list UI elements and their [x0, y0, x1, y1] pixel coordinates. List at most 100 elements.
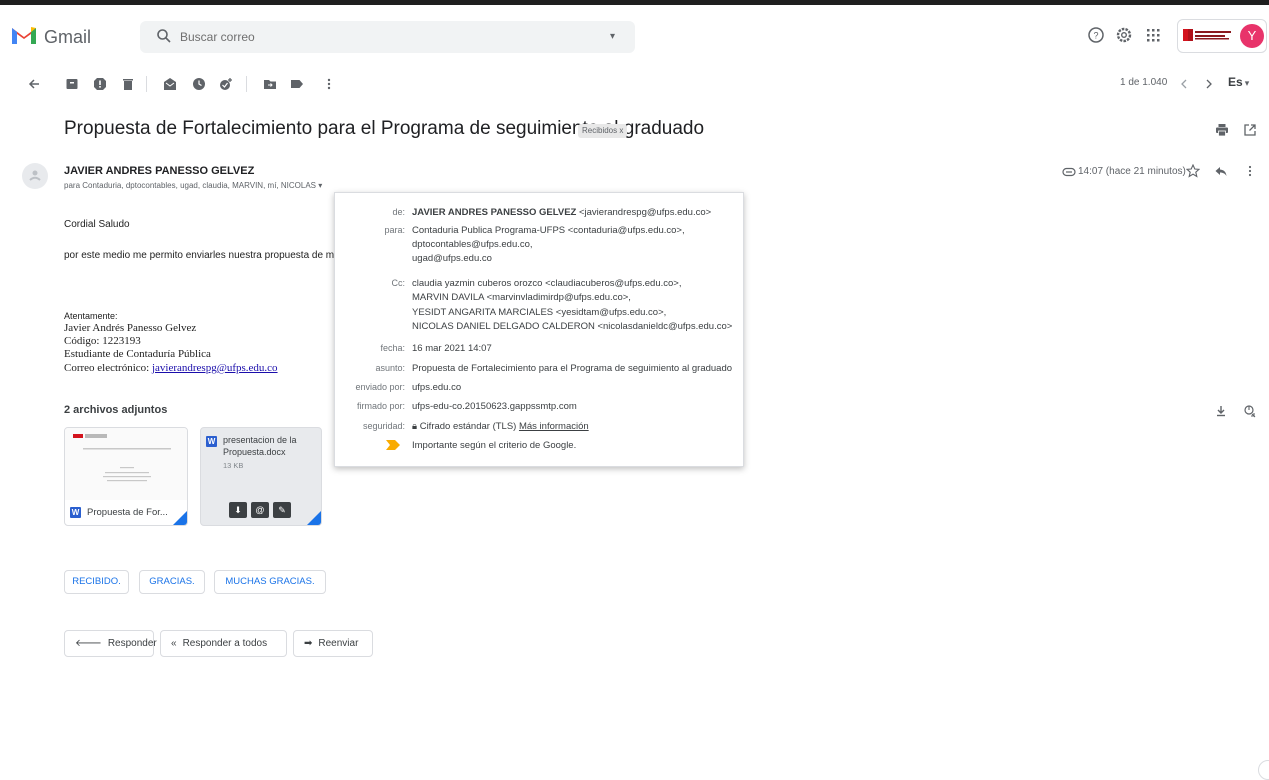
cc-line: NICOLAS DANIEL DELGADO CALDERON <nicolas… — [412, 321, 733, 332]
caret-down-icon[interactable]: ▾ — [318, 181, 322, 190]
toolbar-divider — [146, 76, 147, 92]
download-attachment-icon[interactable]: ⬇ — [229, 502, 247, 518]
attachment-name-line2: Propuesta.docx — [223, 447, 286, 457]
drive-corner-icon — [307, 511, 321, 525]
signature-name: Javier Andrés Panesso Gelvez — [64, 322, 197, 334]
label-icon[interactable] — [290, 77, 304, 91]
de-value: JAVIER ANDRES PANESSO GELVEZ <javierandr… — [412, 207, 711, 218]
download-all-icon[interactable] — [1215, 405, 1227, 417]
message-details-popup: de: JAVIER ANDRES PANESSO GELVEZ <javier… — [334, 192, 744, 467]
word-file-icon: W — [70, 507, 81, 518]
attachment-name: Propuesta de For... — [87, 507, 168, 518]
reply-icon[interactable] — [1214, 164, 1228, 178]
account-avatar[interactable]: Y — [1240, 24, 1264, 48]
settings-icon[interactable] — [1115, 26, 1133, 44]
para-label: para: — [384, 225, 405, 235]
reply-all-button[interactable]: « Responder a todos — [160, 630, 287, 657]
reply-button[interactable]: 🡐 Responder — [64, 630, 157, 657]
inbox-label-chip[interactable]: Recibidos x — [578, 124, 628, 138]
document-preview-thumbnail — [65, 428, 187, 500]
attachments-title: 2 archivos adjuntos — [64, 404, 168, 416]
enviado-label: enviado por: — [355, 382, 405, 392]
report-spam-icon[interactable] — [93, 77, 107, 91]
star-icon[interactable] — [1186, 164, 1200, 178]
sender-name[interactable]: JAVIER ANDRES PANESSO GELVEZ — [64, 165, 254, 177]
reply-all-arrow-icon: « — [171, 638, 177, 649]
older-chevron-icon[interactable] — [1202, 77, 1216, 91]
fecha-value: 16 mar 2021 14:07 — [412, 343, 492, 354]
lock-icon: 🔒︎ — [412, 421, 418, 432]
add-to-drive-icon[interactable]: @ — [251, 502, 269, 518]
cc-line: MARVIN DAVILA <marvinvladimirdp@ufps.edu… — [412, 292, 631, 303]
asunto-label: asunto: — [375, 363, 405, 373]
signature-email-link[interactable]: javierandrespg@ufps.edu.co — [152, 362, 278, 374]
mark-unread-icon[interactable] — [163, 77, 177, 91]
more-info-link[interactable]: Más información — [519, 421, 589, 432]
search-icon[interactable] — [156, 28, 172, 44]
person-icon — [29, 170, 41, 181]
sender-avatar[interactable] — [22, 163, 48, 189]
seguridad-text: Cifrado estándar (TLS) — [419, 421, 517, 432]
more-icon[interactable] — [322, 77, 336, 91]
archive-icon[interactable] — [65, 77, 79, 91]
side-panel-toggle[interactable] — [1258, 760, 1269, 780]
input-language-selector[interactable]: Es ▾ — [1228, 75, 1249, 89]
para-line: Contaduria Publica Programa-UFPS <contad… — [412, 225, 685, 236]
reply-all-button-label: Responder a todos — [182, 638, 268, 649]
apps-grid-icon[interactable] — [1144, 26, 1162, 44]
smart-reply-button[interactable]: RECIBIDO. — [64, 570, 129, 594]
de-name: JAVIER ANDRES PANESSO GELVEZ — [412, 207, 577, 218]
forward-button[interactable]: ➡ Reenviar — [293, 630, 373, 657]
signature-email-row: Correo electrónico: javierandrespg@ufps.… — [64, 362, 278, 374]
gmail-logo-icon[interactable] — [10, 24, 38, 46]
email-greeting: Cordial Saludo — [64, 219, 130, 230]
add-task-icon[interactable] — [219, 77, 233, 91]
university-logo — [1183, 29, 1231, 41]
signature-closing: Atentamente: — [64, 311, 118, 321]
signature-code: Código: 1223193 — [64, 335, 141, 347]
smart-reply-button[interactable]: MUCHAS GRACIAS. — [214, 570, 326, 594]
attachment-card[interactable]: W Propuesta de For... — [64, 427, 188, 526]
language-label: Es — [1228, 75, 1243, 89]
cc-line: YESIDT ANGARITA MARCIALES <yesidtam@ufps… — [412, 307, 667, 318]
asunto-value: Propuesta de Fortalecimiento para el Pro… — [412, 363, 733, 374]
word-file-icon: W — [206, 436, 217, 447]
seguridad-value: 🔒︎ Cifrado estándar (TLS) Más informació… — [412, 421, 589, 432]
forward-arrow-icon: ➡ — [304, 638, 313, 649]
help-icon[interactable]: ? — [1087, 26, 1105, 44]
chevron-down-icon: ▾ — [1244, 78, 1250, 88]
drive-corner-icon — [173, 511, 187, 525]
cc-line: claudia yazmin cuberos orozco <claudiacu… — [412, 278, 682, 289]
gmail-logo-text[interactable]: Gmail — [44, 27, 91, 48]
firmado-label: firmado por: — [356, 401, 405, 411]
move-to-icon[interactable] — [263, 77, 277, 91]
forward-button-label: Reenviar — [318, 638, 359, 649]
seguridad-label: seguridad: — [362, 421, 405, 431]
more-options-icon[interactable] — [1243, 164, 1257, 178]
attachment-size: 13 KB — [223, 461, 244, 470]
print-icon[interactable] — [1215, 123, 1229, 137]
enviado-value: ufps.edu.co — [412, 382, 462, 393]
attachment-card-hover[interactable]: W presentacion de la Propuesta.docx 13 K… — [200, 427, 322, 526]
search-options-icon[interactable]: ▾ — [610, 31, 615, 42]
snooze-icon[interactable] — [192, 77, 206, 91]
reply-arrow-icon: 🡐 — [75, 638, 102, 649]
reply-button-label: Responder — [107, 638, 157, 649]
newer-chevron-icon[interactable] — [1177, 77, 1191, 91]
smart-reply-button[interactable]: GRACIAS. — [139, 570, 205, 594]
edit-with-docs-icon[interactable]: ✎ — [273, 502, 291, 518]
importance-marker-icon — [386, 440, 400, 450]
search-input[interactable]: Buscar correo — [180, 30, 255, 44]
cc-label: Cc: — [391, 278, 406, 288]
svg-text:?: ? — [1093, 31, 1098, 41]
recipients-summary[interactable]: para Contaduria, dptocontables, ugad, cl… — [64, 181, 322, 190]
fecha-label: fecha: — [380, 343, 405, 353]
toolbar-divider — [246, 76, 247, 92]
para-line: ugad@ufps.edu.co — [412, 253, 492, 264]
attachment-name-line1: presentacion de la — [223, 435, 297, 445]
save-to-drive-icon[interactable] — [1243, 404, 1257, 418]
open-in-new-window-icon[interactable] — [1243, 123, 1257, 137]
delete-icon[interactable] — [121, 77, 135, 91]
para-line: dptocontables@ufps.edu.co, — [412, 239, 533, 250]
back-arrow-icon[interactable] — [27, 77, 41, 91]
